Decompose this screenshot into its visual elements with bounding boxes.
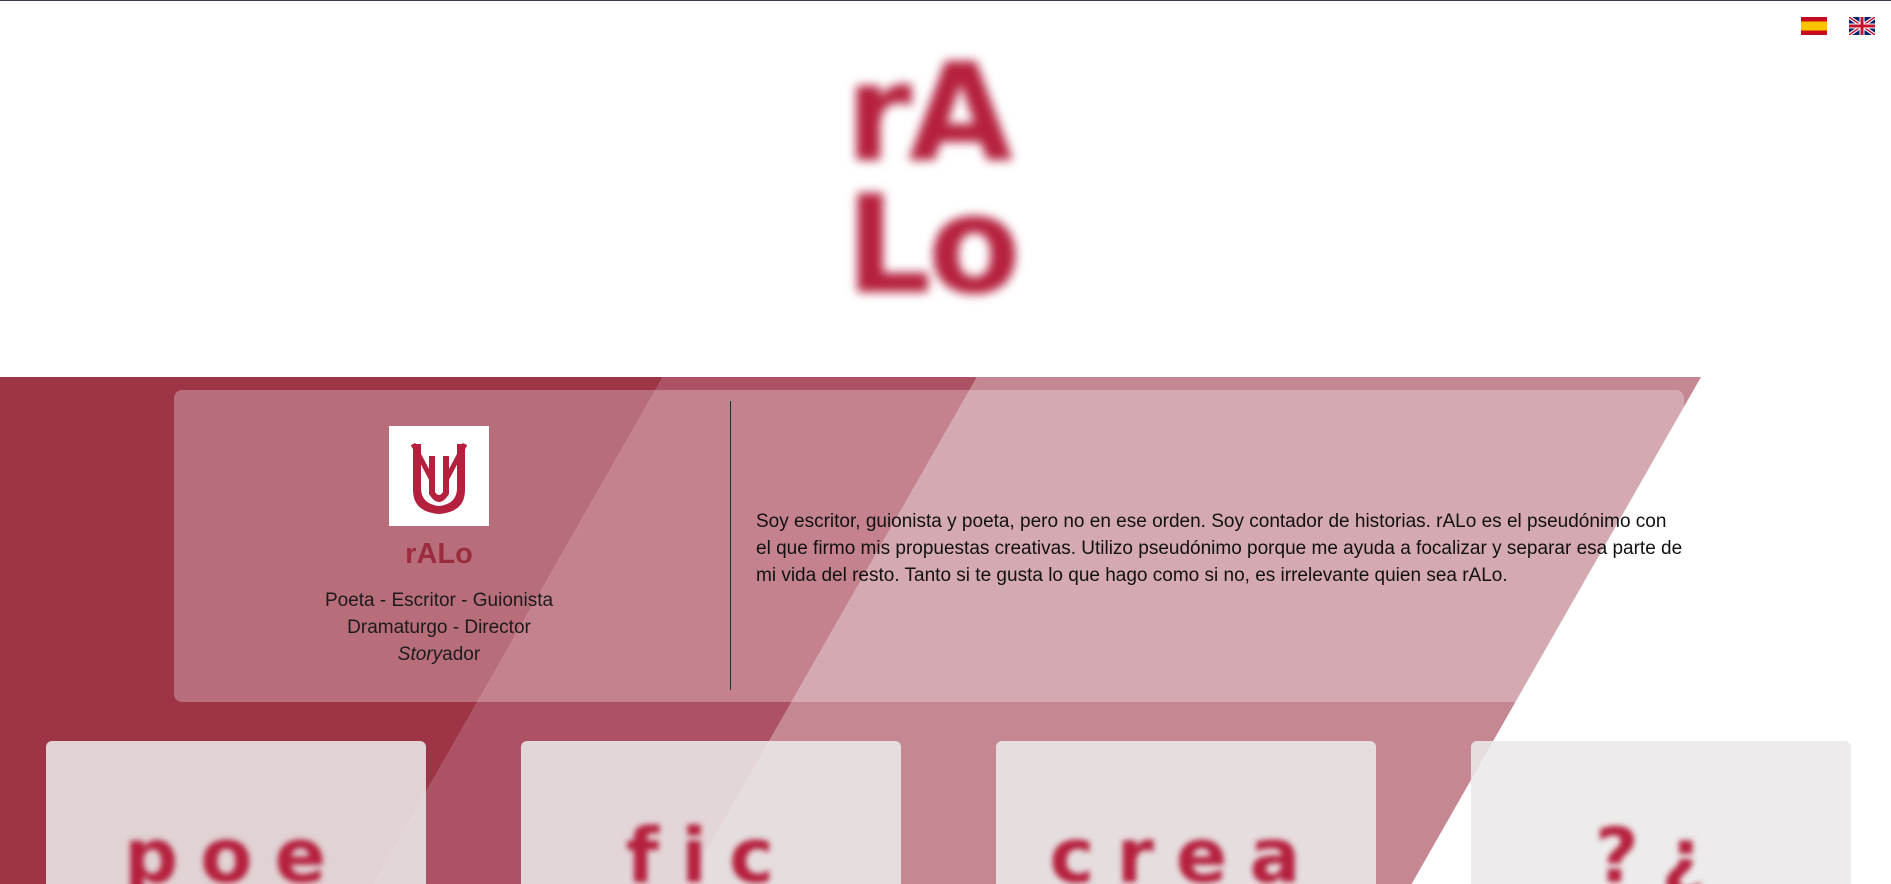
- profile-block: rALo Poeta - Escritor - Guionista Dramat…: [174, 390, 704, 702]
- section-label-crea: crea: [1049, 811, 1323, 884]
- section-label-question: ?¿: [1594, 811, 1728, 884]
- ralo-monogram-icon: [410, 442, 468, 514]
- page: rA Lo rALo Poeta - Escritor - Guionista …: [0, 0, 1891, 884]
- section-label-poe: poe: [123, 811, 349, 884]
- hero-banner: rALo Poeta - Escritor - Guionista Dramat…: [0, 377, 1891, 884]
- about-card: rALo Poeta - Escritor - Guionista Dramat…: [174, 390, 1684, 702]
- logo-line-top: rA: [845, 35, 1013, 193]
- bio-text: Soy escritor, guionista y poeta, pero no…: [756, 511, 1683, 586]
- language-switcher: [1801, 17, 1875, 35]
- section-card-fic[interactable]: fic: [521, 741, 901, 884]
- roles-line-2: Dramaturgo - Director: [347, 617, 531, 638]
- section-label-fic: fic: [625, 811, 797, 884]
- card-divider: [730, 401, 731, 690]
- section-card-question[interactable]: ?¿: [1471, 741, 1851, 884]
- profile-name: rALo: [405, 538, 473, 570]
- uk-flag-icon[interactable]: [1849, 17, 1875, 35]
- site-logo[interactable]: rA Lo: [845, 46, 1075, 326]
- logo-line-bottom: Lo: [845, 167, 1021, 325]
- section-card-crea[interactable]: crea: [996, 741, 1376, 884]
- roles-line-3-rest: ador: [442, 644, 481, 665]
- avatar: [389, 426, 489, 526]
- roles-line-3-italic: Story: [397, 644, 443, 665]
- section-card-poe[interactable]: poe: [46, 741, 426, 884]
- profile-roles: Poeta - Escritor - Guionista Dramaturgo …: [174, 587, 704, 668]
- roles-line-1: Poeta - Escritor - Guionista: [324, 590, 554, 611]
- roles-line-3: Storyador: [174, 641, 704, 668]
- spain-flag-icon[interactable]: [1801, 17, 1827, 35]
